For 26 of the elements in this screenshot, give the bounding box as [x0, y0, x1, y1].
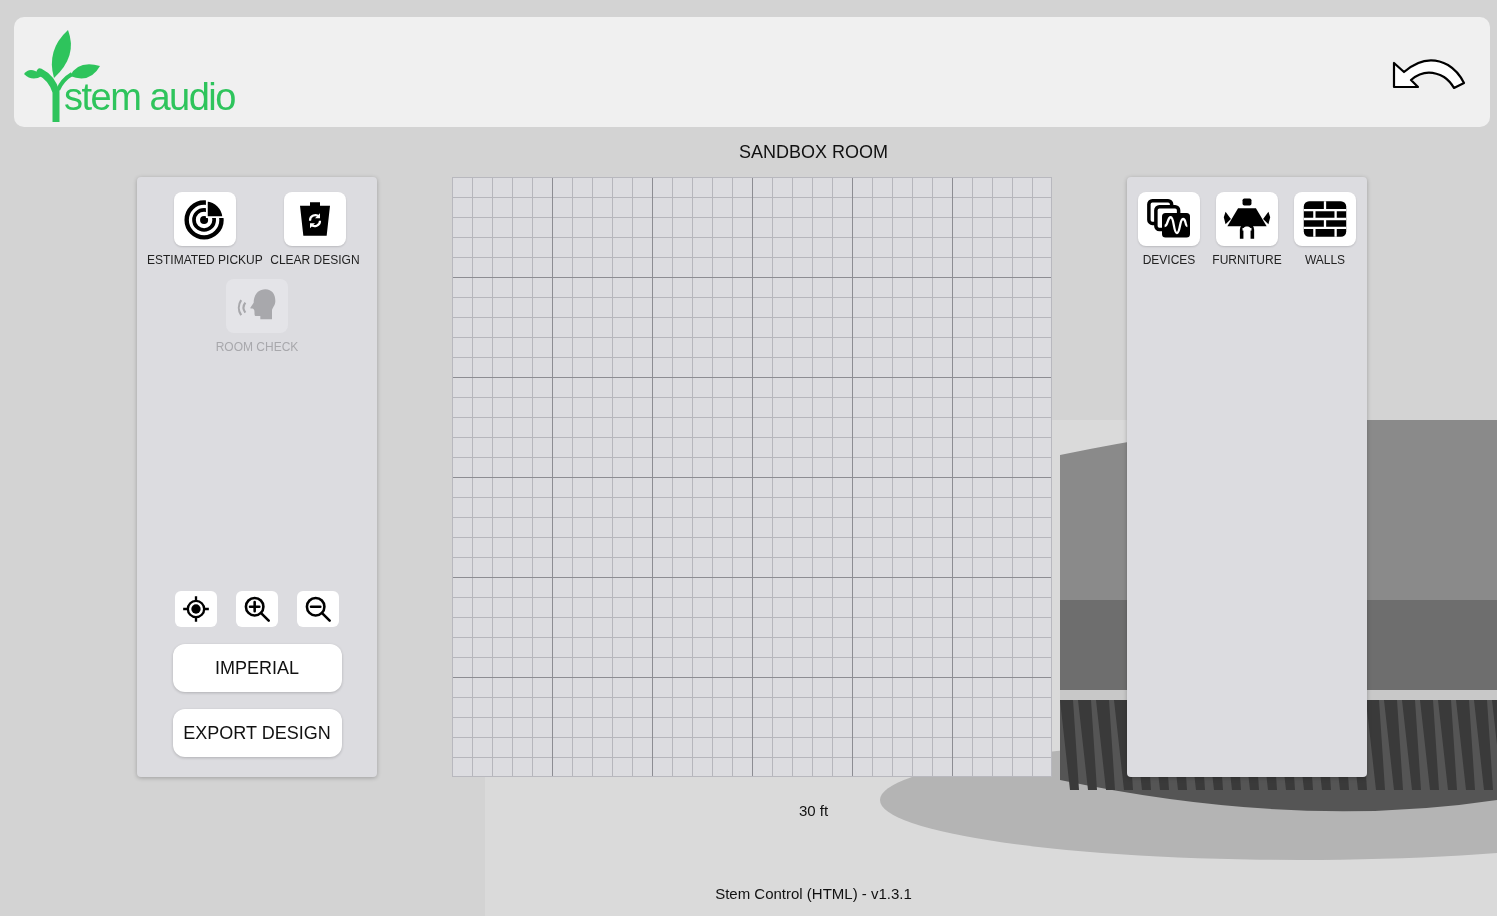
zoom-in-button[interactable] [236, 591, 278, 627]
units-button[interactable]: IMPERIAL [172, 644, 342, 692]
tool-label: CLEAR DESIGN [270, 253, 360, 267]
tool-button[interactable] [1216, 192, 1278, 246]
tool-label: FURNITURE [1212, 253, 1282, 267]
scale-label: 30 ft [798, 802, 829, 819]
export-button[interactable]: EXPORT DESIGN [172, 709, 342, 757]
zoom-out-button[interactable] [297, 591, 339, 627]
tool-label: ESTIMATED PICKUP [147, 253, 263, 267]
conference-table-icon [1222, 197, 1272, 241]
radar-icon [182, 197, 227, 241]
brick-wall-icon [1302, 199, 1348, 239]
devices-icon [1146, 198, 1192, 240]
zoom-out-icon [304, 595, 332, 623]
version-text: Stem Control (HTML) - v1.3.1 [715, 885, 912, 902]
tool-button[interactable] [173, 192, 236, 246]
room-title: SANDBOX ROOM [739, 141, 888, 163]
center-button[interactable] [175, 591, 217, 627]
tool-button[interactable] [1138, 192, 1200, 246]
tool-button[interactable] [1294, 192, 1356, 246]
locate-icon [182, 595, 210, 623]
logo-wordmark: stem audio [64, 78, 235, 116]
tool-label: WALLS [1304, 253, 1346, 267]
zoom-in-icon [243, 595, 271, 623]
tool-label: DEVICES [1142, 253, 1196, 267]
tool-button[interactable] [283, 192, 346, 246]
